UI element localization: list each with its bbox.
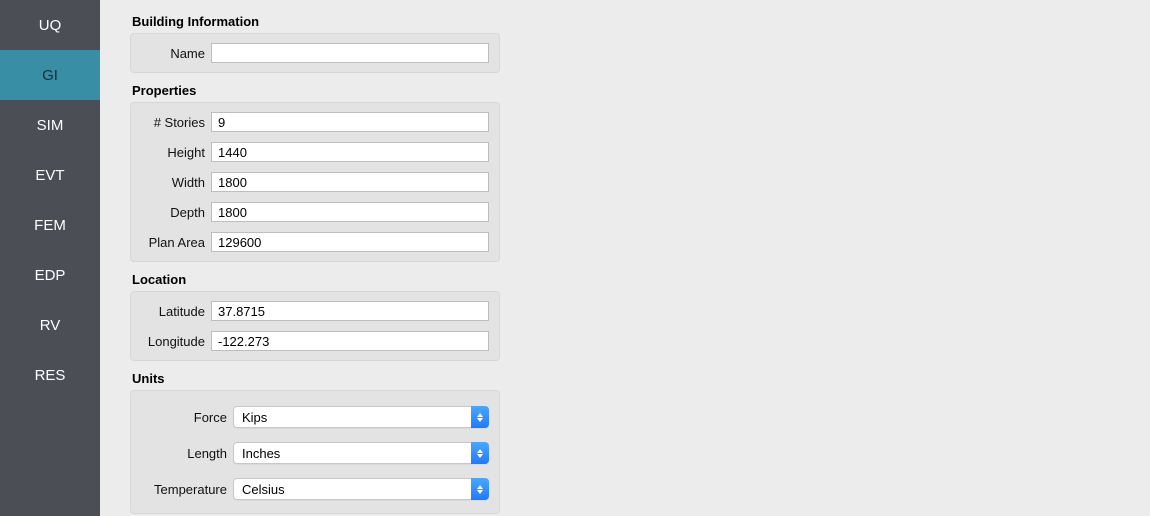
row-longitude: Longitude xyxy=(141,326,489,356)
sidebar-item-sim[interactable]: SIM xyxy=(0,100,100,150)
sidebar-item-uq[interactable]: UQ xyxy=(0,0,100,50)
sidebar: UQ GI SIM EVT FEM EDP RV RES xyxy=(0,0,100,516)
sidebar-item-rv[interactable]: RV xyxy=(0,300,100,350)
select-length[interactable]: Inches xyxy=(233,442,489,464)
select-temperature-value: Celsius xyxy=(233,478,489,500)
row-length: Length Inches xyxy=(141,435,489,471)
section-title-properties: Properties xyxy=(132,83,1150,98)
row-name: Name xyxy=(141,38,489,68)
input-plan-area[interactable] xyxy=(211,232,489,252)
label-plan-area: Plan Area xyxy=(141,235,211,250)
select-force-value: Kips xyxy=(233,406,489,428)
chevron-updown-icon xyxy=(471,406,489,428)
section-title-units: Units xyxy=(132,371,1150,386)
section-title-location: Location xyxy=(132,272,1150,287)
input-latitude[interactable] xyxy=(211,301,489,321)
row-temperature: Temperature Celsius xyxy=(141,471,489,507)
select-temperature[interactable]: Celsius xyxy=(233,478,489,500)
input-depth[interactable] xyxy=(211,202,489,222)
section-title-building-info: Building Information xyxy=(132,14,1150,29)
sidebar-item-gi[interactable]: GI xyxy=(0,50,100,100)
panel-properties: # Stories Height Width Depth Plan Area xyxy=(130,102,500,262)
input-name[interactable] xyxy=(211,43,489,63)
label-height: Height xyxy=(141,145,211,160)
row-height: Height xyxy=(141,137,489,167)
panel-building-info: Name xyxy=(130,33,500,73)
input-width[interactable] xyxy=(211,172,489,192)
row-width: Width xyxy=(141,167,489,197)
label-force: Force xyxy=(141,410,233,425)
row-force: Force Kips xyxy=(141,399,489,435)
sidebar-item-res[interactable]: RES xyxy=(0,350,100,400)
input-longitude[interactable] xyxy=(211,331,489,351)
label-length: Length xyxy=(141,446,233,461)
label-name: Name xyxy=(141,46,211,61)
label-depth: Depth xyxy=(141,205,211,220)
panel-location: Latitude Longitude xyxy=(130,291,500,361)
main-content: Building Information Name Properties # S… xyxy=(100,0,1150,516)
app-root: UQ GI SIM EVT FEM EDP RV RES Building In… xyxy=(0,0,1150,516)
label-longitude: Longitude xyxy=(141,334,211,349)
label-temperature: Temperature xyxy=(141,482,233,497)
select-length-value: Inches xyxy=(233,442,489,464)
input-stories[interactable] xyxy=(211,112,489,132)
row-plan-area: Plan Area xyxy=(141,227,489,257)
row-latitude: Latitude xyxy=(141,296,489,326)
chevron-updown-icon xyxy=(471,478,489,500)
panel-units: Force Kips Length Inches Tem xyxy=(130,390,500,514)
input-height[interactable] xyxy=(211,142,489,162)
sidebar-item-fem[interactable]: FEM xyxy=(0,200,100,250)
row-depth: Depth xyxy=(141,197,489,227)
label-latitude: Latitude xyxy=(141,304,211,319)
select-force[interactable]: Kips xyxy=(233,406,489,428)
label-width: Width xyxy=(141,175,211,190)
chevron-updown-icon xyxy=(471,442,489,464)
label-stories: # Stories xyxy=(141,115,211,130)
row-stories: # Stories xyxy=(141,107,489,137)
sidebar-item-edp[interactable]: EDP xyxy=(0,250,100,300)
sidebar-item-evt[interactable]: EVT xyxy=(0,150,100,200)
